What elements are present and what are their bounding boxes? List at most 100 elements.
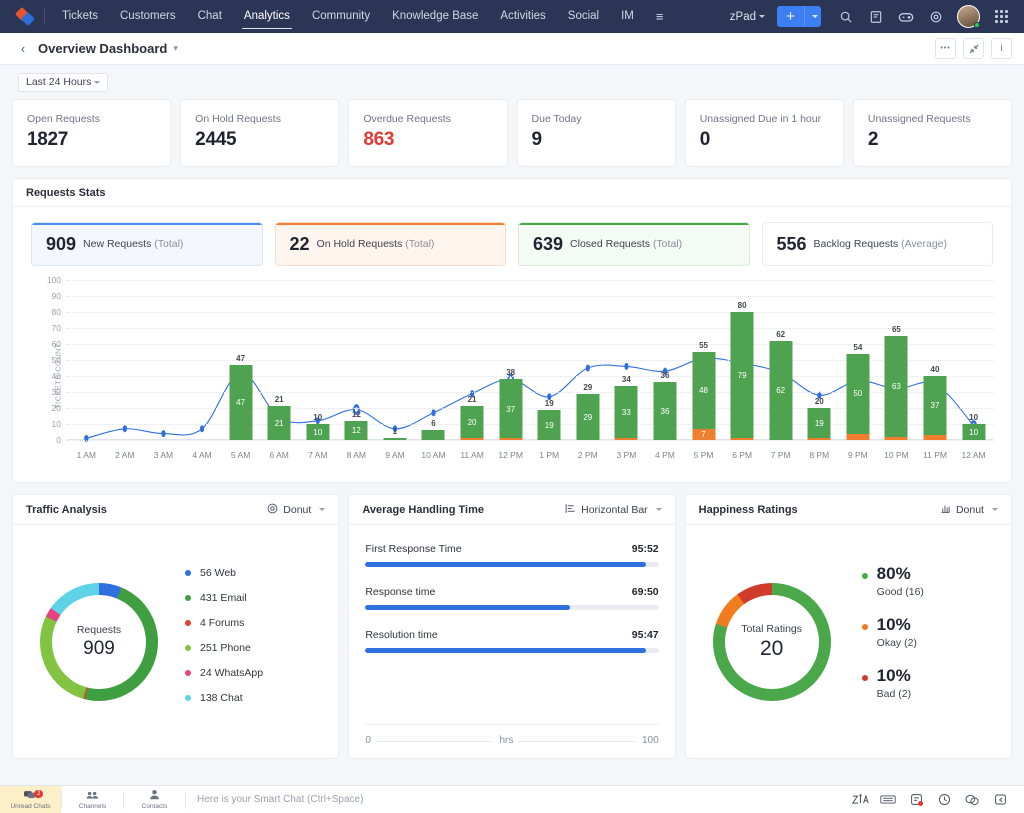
stat-chip-value: 639 xyxy=(533,233,564,254)
nav-item-social[interactable]: Social xyxy=(557,0,610,33)
happiness-legend-item[interactable]: 10% Okay (2) xyxy=(861,616,1005,649)
nav-item-chat[interactable]: Chat xyxy=(187,0,233,33)
happiness-percent: 10% xyxy=(876,666,911,685)
happiness-center-value: 20 xyxy=(759,636,784,660)
nav-item-community[interactable]: Community xyxy=(301,0,381,33)
chart-column: 21 21 6 AM xyxy=(260,280,299,460)
bar-total-label: 1 xyxy=(392,427,398,437)
y-axis-tick: 20 xyxy=(51,403,61,413)
legend-item[interactable]: 24 WhatsApp xyxy=(185,667,332,679)
channels-button[interactable]: Channels xyxy=(62,786,123,813)
bar-total-label: 29 xyxy=(583,382,593,392)
bar-value-label: 19 xyxy=(544,420,554,430)
chart-bar[interactable] xyxy=(421,430,445,440)
legend-item[interactable]: 138 Chat xyxy=(185,692,332,704)
legend-item[interactable]: 251 Phone xyxy=(185,642,332,654)
x-axis-tick: 9 AM xyxy=(385,450,405,460)
chart-column: 3 AM xyxy=(144,280,183,460)
bar-segment-onhold xyxy=(807,438,831,440)
bar-total-label: 40 xyxy=(930,365,940,374)
nav-item-label: Tickets xyxy=(62,10,98,22)
traffic-chart-type-selector[interactable]: Donut xyxy=(267,503,326,517)
chart-column: 1 AM xyxy=(67,280,106,460)
user-avatar[interactable] xyxy=(957,5,980,28)
game-controller-icon[interactable] xyxy=(891,0,921,33)
chart-bar[interactable] xyxy=(383,438,407,440)
nav-item-label: Chat xyxy=(197,10,222,22)
unread-chats-button[interactable]: Unread Chats 2 xyxy=(0,785,61,813)
handling-bar-fill xyxy=(365,562,647,567)
contacts-icon xyxy=(149,789,160,802)
stat-chip[interactable]: 639 Closed Requests (Total) xyxy=(518,222,750,266)
reply-icon[interactable] xyxy=(986,786,1014,813)
legend-item[interactable]: 56 Web xyxy=(185,567,332,579)
bar-value-label: 12 xyxy=(351,426,361,436)
stat-chip[interactable]: 22 On Hold Requests (Total) xyxy=(274,222,506,266)
collapse-button[interactable] xyxy=(963,38,984,59)
more-options-button[interactable]: ••• xyxy=(935,38,956,59)
chart-column: 62 62 7 PM xyxy=(761,280,800,460)
bar-value-label: 33 xyxy=(621,407,631,417)
legend-color-dot xyxy=(861,675,868,681)
org-switcher[interactable]: zPad xyxy=(730,11,765,23)
x-axis-tick: 11 PM xyxy=(923,450,947,460)
requests-stats-title: Requests Stats xyxy=(26,186,106,199)
bar-segment-onhold xyxy=(499,438,523,440)
time-range-filter[interactable]: Last 24 Hours xyxy=(18,72,109,92)
handling-bar-row[interactable]: First Response Time 95:52 xyxy=(365,543,659,567)
search-icon[interactable] xyxy=(831,0,861,33)
gear-icon[interactable] xyxy=(921,0,951,33)
happiness-legend-item[interactable]: 10% Bad (2) xyxy=(861,666,1005,700)
info-button[interactable]: i xyxy=(991,38,1012,59)
chart-column: 10 10 12 AM xyxy=(954,280,993,460)
nav-item-im[interactable]: IM xyxy=(610,0,645,33)
y-axis-tick: 30 xyxy=(51,387,61,397)
happiness-chart-type-selector[interactable]: Donut xyxy=(940,503,998,517)
happiness-legend-item[interactable]: 80% Good (16) xyxy=(861,565,1005,598)
bar-segment-onhold xyxy=(614,438,638,440)
app-logo-icon[interactable] xyxy=(8,6,42,27)
apps-grid-icon[interactable] xyxy=(986,0,1016,33)
clock-icon[interactable] xyxy=(930,786,958,813)
legend-item[interactable]: 4 Forums xyxy=(185,617,332,629)
stat-chip[interactable]: 909 New Requests (Total) xyxy=(31,222,263,266)
contacts-button[interactable]: Contacts xyxy=(124,786,185,813)
nav-item-customers[interactable]: Customers xyxy=(109,0,187,33)
chart-column: 21 20 11 AM xyxy=(453,280,492,460)
keyboard-icon[interactable] xyxy=(874,786,902,813)
notes-icon[interactable] xyxy=(861,0,891,33)
nav-item-analytics[interactable]: Analytics xyxy=(233,0,301,33)
kpi-card[interactable]: Overdue Requests 863 xyxy=(348,99,508,167)
happiness-sublabel: Good (16) xyxy=(876,586,924,598)
stat-chip-label: On Hold Requests (Total) xyxy=(317,238,435,250)
zia-icon[interactable] xyxy=(846,786,874,813)
legend-item[interactable]: 431 Email xyxy=(185,592,332,604)
x-axis-tick: 8 PM xyxy=(809,450,830,460)
create-dropdown-button[interactable] xyxy=(804,6,821,27)
nav-item-knowledge-base[interactable]: Knowledge Base xyxy=(381,0,489,33)
kpi-card[interactable]: Due Today 9 xyxy=(516,99,676,167)
handling-bar-row[interactable]: Response time 69:50 xyxy=(365,586,659,610)
nav-item-activities[interactable]: Activities xyxy=(489,0,556,33)
chevron-down-icon[interactable]: ▾ xyxy=(173,43,178,54)
kpi-card[interactable]: Unassigned Due in 1 hour 0 xyxy=(684,99,844,167)
handling-bar-row[interactable]: Resolution time 95:47 xyxy=(365,629,659,653)
nav-more-icon[interactable]: ≡ xyxy=(645,0,675,33)
smart-chat-input[interactable]: Here is your Smart Chat (Ctrl+Space) xyxy=(186,794,846,805)
bar-total-label: 34 xyxy=(621,374,631,384)
stat-chip[interactable]: 556 Backlog Requests (Average) xyxy=(761,222,993,266)
back-arrow-icon[interactable]: ‹ xyxy=(12,41,34,56)
bar-value-label: 47 xyxy=(236,398,246,408)
bar-total-label: 36 xyxy=(660,371,670,381)
nav-item-tickets[interactable]: Tickets xyxy=(51,0,109,33)
handling-chart-type-selector[interactable]: Horizontal Bar xyxy=(565,503,662,517)
chat-icon[interactable] xyxy=(958,786,986,813)
create-button[interactable]: + xyxy=(777,6,804,27)
stat-chip-label: Closed Requests (Total) xyxy=(570,238,682,250)
notes-alert-icon[interactable] xyxy=(902,786,930,813)
kpi-card[interactable]: Open Requests 1827 xyxy=(12,99,172,167)
bottom-right-icons xyxy=(846,786,1024,813)
kpi-card[interactable]: Unassigned Requests 2 xyxy=(852,99,1013,167)
chart-bar[interactable] xyxy=(692,352,716,440)
kpi-card[interactable]: On Hold Requests 2445 xyxy=(180,99,340,167)
